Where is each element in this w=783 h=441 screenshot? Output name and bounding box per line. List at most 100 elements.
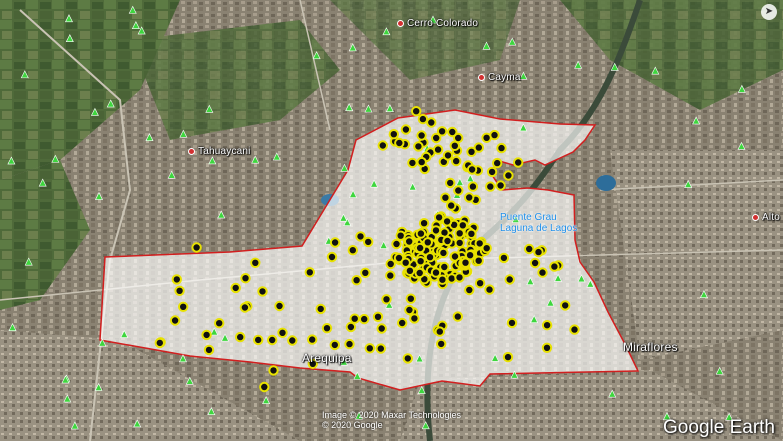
yellow-ring-marker-icon[interactable] [434,326,445,337]
green-tree-icon[interactable] [133,419,142,428]
place-tahuaycani[interactable]: Tahuaycani [188,146,251,157]
yellow-ring-marker-icon[interactable] [442,150,454,161]
green-tree-icon[interactable] [51,154,60,163]
yellow-ring-marker-icon[interactable] [414,267,425,279]
yellow-ring-marker-icon[interactable] [377,140,388,151]
green-tree-icon[interactable] [554,273,563,282]
yellow-ring-marker-icon[interactable] [169,315,181,326]
green-tree-icon[interactable] [482,41,491,50]
yellow-ring-marker-icon[interactable] [171,274,183,285]
green-tree-icon[interactable] [379,240,388,249]
yellow-ring-marker-icon[interactable] [344,338,355,350]
yellow-ring-marker-icon[interactable] [541,342,553,353]
green-tree-icon[interactable] [510,370,519,379]
green-tree-icon[interactable] [466,174,475,183]
green-tree-icon[interactable] [38,178,47,187]
yellow-ring-marker-icon[interactable] [397,317,408,329]
yellow-ring-marker-icon[interactable] [287,335,298,346]
place-arequipa[interactable]: Arequipa [302,351,352,365]
yellow-ring-marker-icon[interactable] [413,141,424,152]
green-tree-icon[interactable] [185,376,194,385]
green-tree-icon[interactable] [519,123,528,132]
green-tree-icon[interactable] [210,327,219,336]
yellow-ring-marker-icon[interactable] [449,140,460,152]
yellow-ring-marker-icon[interactable] [307,334,318,345]
yellow-ring-marker-icon[interactable] [191,242,202,253]
green-tree-icon[interactable] [353,371,362,380]
compass-icon[interactable]: ➤ [761,4,777,20]
yellow-ring-marker-icon[interactable] [502,351,514,363]
yellow-ring-marker-icon[interactable] [355,231,366,242]
yellow-ring-marker-icon[interactable] [407,157,418,169]
yellow-ring-marker-icon[interactable] [411,106,422,117]
green-tree-icon[interactable] [508,37,517,46]
green-tree-icon[interactable] [205,104,214,113]
yellow-ring-marker-icon[interactable] [447,126,458,138]
yellow-ring-marker-icon[interactable] [424,252,436,263]
yellow-ring-marker-icon[interactable] [439,261,450,273]
green-tree-icon[interactable] [530,314,539,323]
yellow-ring-marker-icon[interactable] [391,238,402,250]
yellow-ring-marker-icon[interactable] [329,339,340,351]
yellow-ring-marker-icon[interactable] [431,132,442,144]
green-tree-icon[interactable] [349,189,358,198]
green-tree-icon[interactable] [8,322,17,331]
yellow-ring-marker-icon[interactable] [481,243,492,254]
yellow-ring-marker-icon[interactable] [203,344,215,356]
yellow-ring-marker-icon[interactable] [537,267,548,278]
yellow-ring-marker-icon[interactable] [235,331,246,343]
yellow-ring-marker-icon[interactable] [569,324,580,335]
yellow-ring-marker-icon[interactable] [347,245,358,256]
yellow-ring-marker-icon[interactable] [524,243,535,255]
yellow-ring-marker-icon[interactable] [560,300,571,311]
yellow-ring-marker-icon[interactable] [174,285,185,296]
map-view[interactable]: Cerro Colorado Cayma Tahuaycani Arequipa… [0,0,783,441]
green-tree-icon[interactable] [312,51,321,60]
green-tree-icon[interactable] [526,277,535,285]
yellow-ring-marker-icon[interactable] [442,235,453,247]
yellow-ring-marker-icon[interactable] [321,323,333,334]
green-tree-icon[interactable] [64,14,73,23]
yellow-ring-marker-icon[interactable] [274,300,285,312]
place-cayma[interactable]: Cayma [478,72,521,83]
yellow-ring-marker-icon[interactable] [277,327,288,338]
place-miraflores[interactable]: Miraflores [623,340,678,354]
green-tree-icon[interactable] [370,179,379,188]
yellow-ring-marker-icon[interactable] [453,185,464,196]
green-tree-icon[interactable] [348,43,357,52]
yellow-ring-marker-icon[interactable] [466,228,477,240]
green-tree-icon[interactable] [65,34,74,43]
green-tree-icon[interactable] [340,163,349,172]
yellow-ring-marker-icon[interactable] [454,228,465,239]
yellow-ring-marker-icon[interactable] [388,129,399,140]
yellow-ring-marker-icon[interactable] [409,313,420,324]
green-tree-icon[interactable] [574,60,583,69]
yellow-ring-marker-icon[interactable] [404,265,416,276]
yellow-ring-marker-icon[interactable] [304,267,315,278]
green-tree-icon[interactable] [364,104,373,113]
yellow-ring-marker-icon[interactable] [415,228,427,239]
yellow-ring-marker-icon[interactable] [467,181,479,192]
yellow-ring-marker-icon[interactable] [417,113,429,125]
yellow-ring-marker-icon[interactable] [484,284,495,295]
green-tree-icon[interactable] [577,274,586,283]
yellow-ring-marker-icon[interactable] [364,343,375,354]
yellow-ring-marker-icon[interactable] [473,255,484,266]
yellow-ring-marker-icon[interactable] [495,180,506,191]
yellow-ring-marker-icon[interactable] [372,311,384,322]
yellow-ring-marker-icon[interactable] [230,282,241,294]
yellow-ring-marker-icon[interactable] [466,146,477,158]
yellow-ring-marker-icon[interactable] [329,237,341,248]
poi-label[interactable]: Puente Grau Laguna de Lagos [500,212,577,234]
green-tree-icon[interactable] [610,62,619,71]
green-tree-icon[interactable] [120,329,129,338]
yellow-ring-marker-icon[interactable] [400,124,412,135]
green-tree-icon[interactable] [385,104,394,113]
yellow-ring-marker-icon[interactable] [201,329,212,341]
green-tree-icon[interactable] [408,182,417,191]
green-tree-icon[interactable] [586,279,595,288]
green-tree-icon[interactable] [608,389,617,398]
yellow-ring-marker-icon[interactable] [430,225,442,236]
green-tree-icon[interactable] [417,385,426,394]
green-tree-icon[interactable] [95,191,103,200]
